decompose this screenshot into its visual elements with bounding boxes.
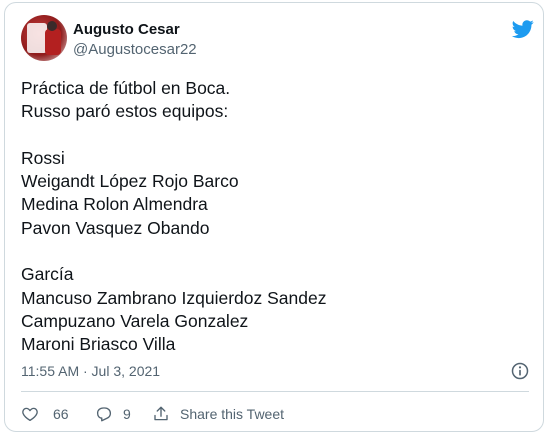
divider [21, 391, 529, 392]
tweet-line: Pavon Vasquez Obando [21, 217, 210, 238]
tweet-line: Campuzano Varela Gonzalez [21, 310, 249, 331]
user-handle[interactable]: @Augustocesar22 [73, 41, 197, 58]
tweet-card[interactable]: Augusto Cesar @Augustocesar22 Práctica d… [4, 2, 544, 432]
share-button[interactable]: Share this Tweet [152, 403, 284, 425]
heart-icon [22, 407, 38, 422]
tweet-line: Medina Rolon Almendra [21, 194, 208, 215]
tweet-text: Práctica de fútbol en Boca. Russo paró e… [21, 77, 521, 357]
tweet-line: García [21, 264, 74, 285]
tweet-line: Russo paró estos equipos: [21, 101, 229, 122]
tweet-actions: 66 9 Share this Tweet [21, 403, 521, 425]
tweet-timestamp[interactable]: 11:55 AM · Jul 3, 2021 [21, 363, 160, 379]
tweet-line: Mancuso Zambrano Izquierdoz Sandez [21, 287, 327, 308]
reply-icon [96, 407, 112, 422]
like-count: 66 [53, 406, 69, 422]
share-icon [154, 406, 168, 421]
like-button[interactable]: 66 [21, 403, 69, 425]
avatar[interactable] [21, 15, 67, 61]
twitter-bird-icon[interactable] [510, 18, 536, 40]
tweet-line [21, 124, 521, 147]
reply-count: 9 [123, 406, 131, 422]
info-icon[interactable] [510, 361, 530, 381]
tweet-line [21, 240, 521, 263]
tweet-line: Weigandt López Rojo Barco [21, 171, 239, 192]
tweet-line: Rossi [21, 147, 65, 168]
share-label: Share this Tweet [180, 406, 285, 422]
user-name[interactable]: Augusto Cesar [73, 21, 180, 38]
reply-button[interactable]: 9 [95, 403, 131, 425]
tweet-line: Maroni Briasco Villa [21, 334, 176, 355]
tweet-line: Práctica de fútbol en Boca. [21, 78, 231, 98]
